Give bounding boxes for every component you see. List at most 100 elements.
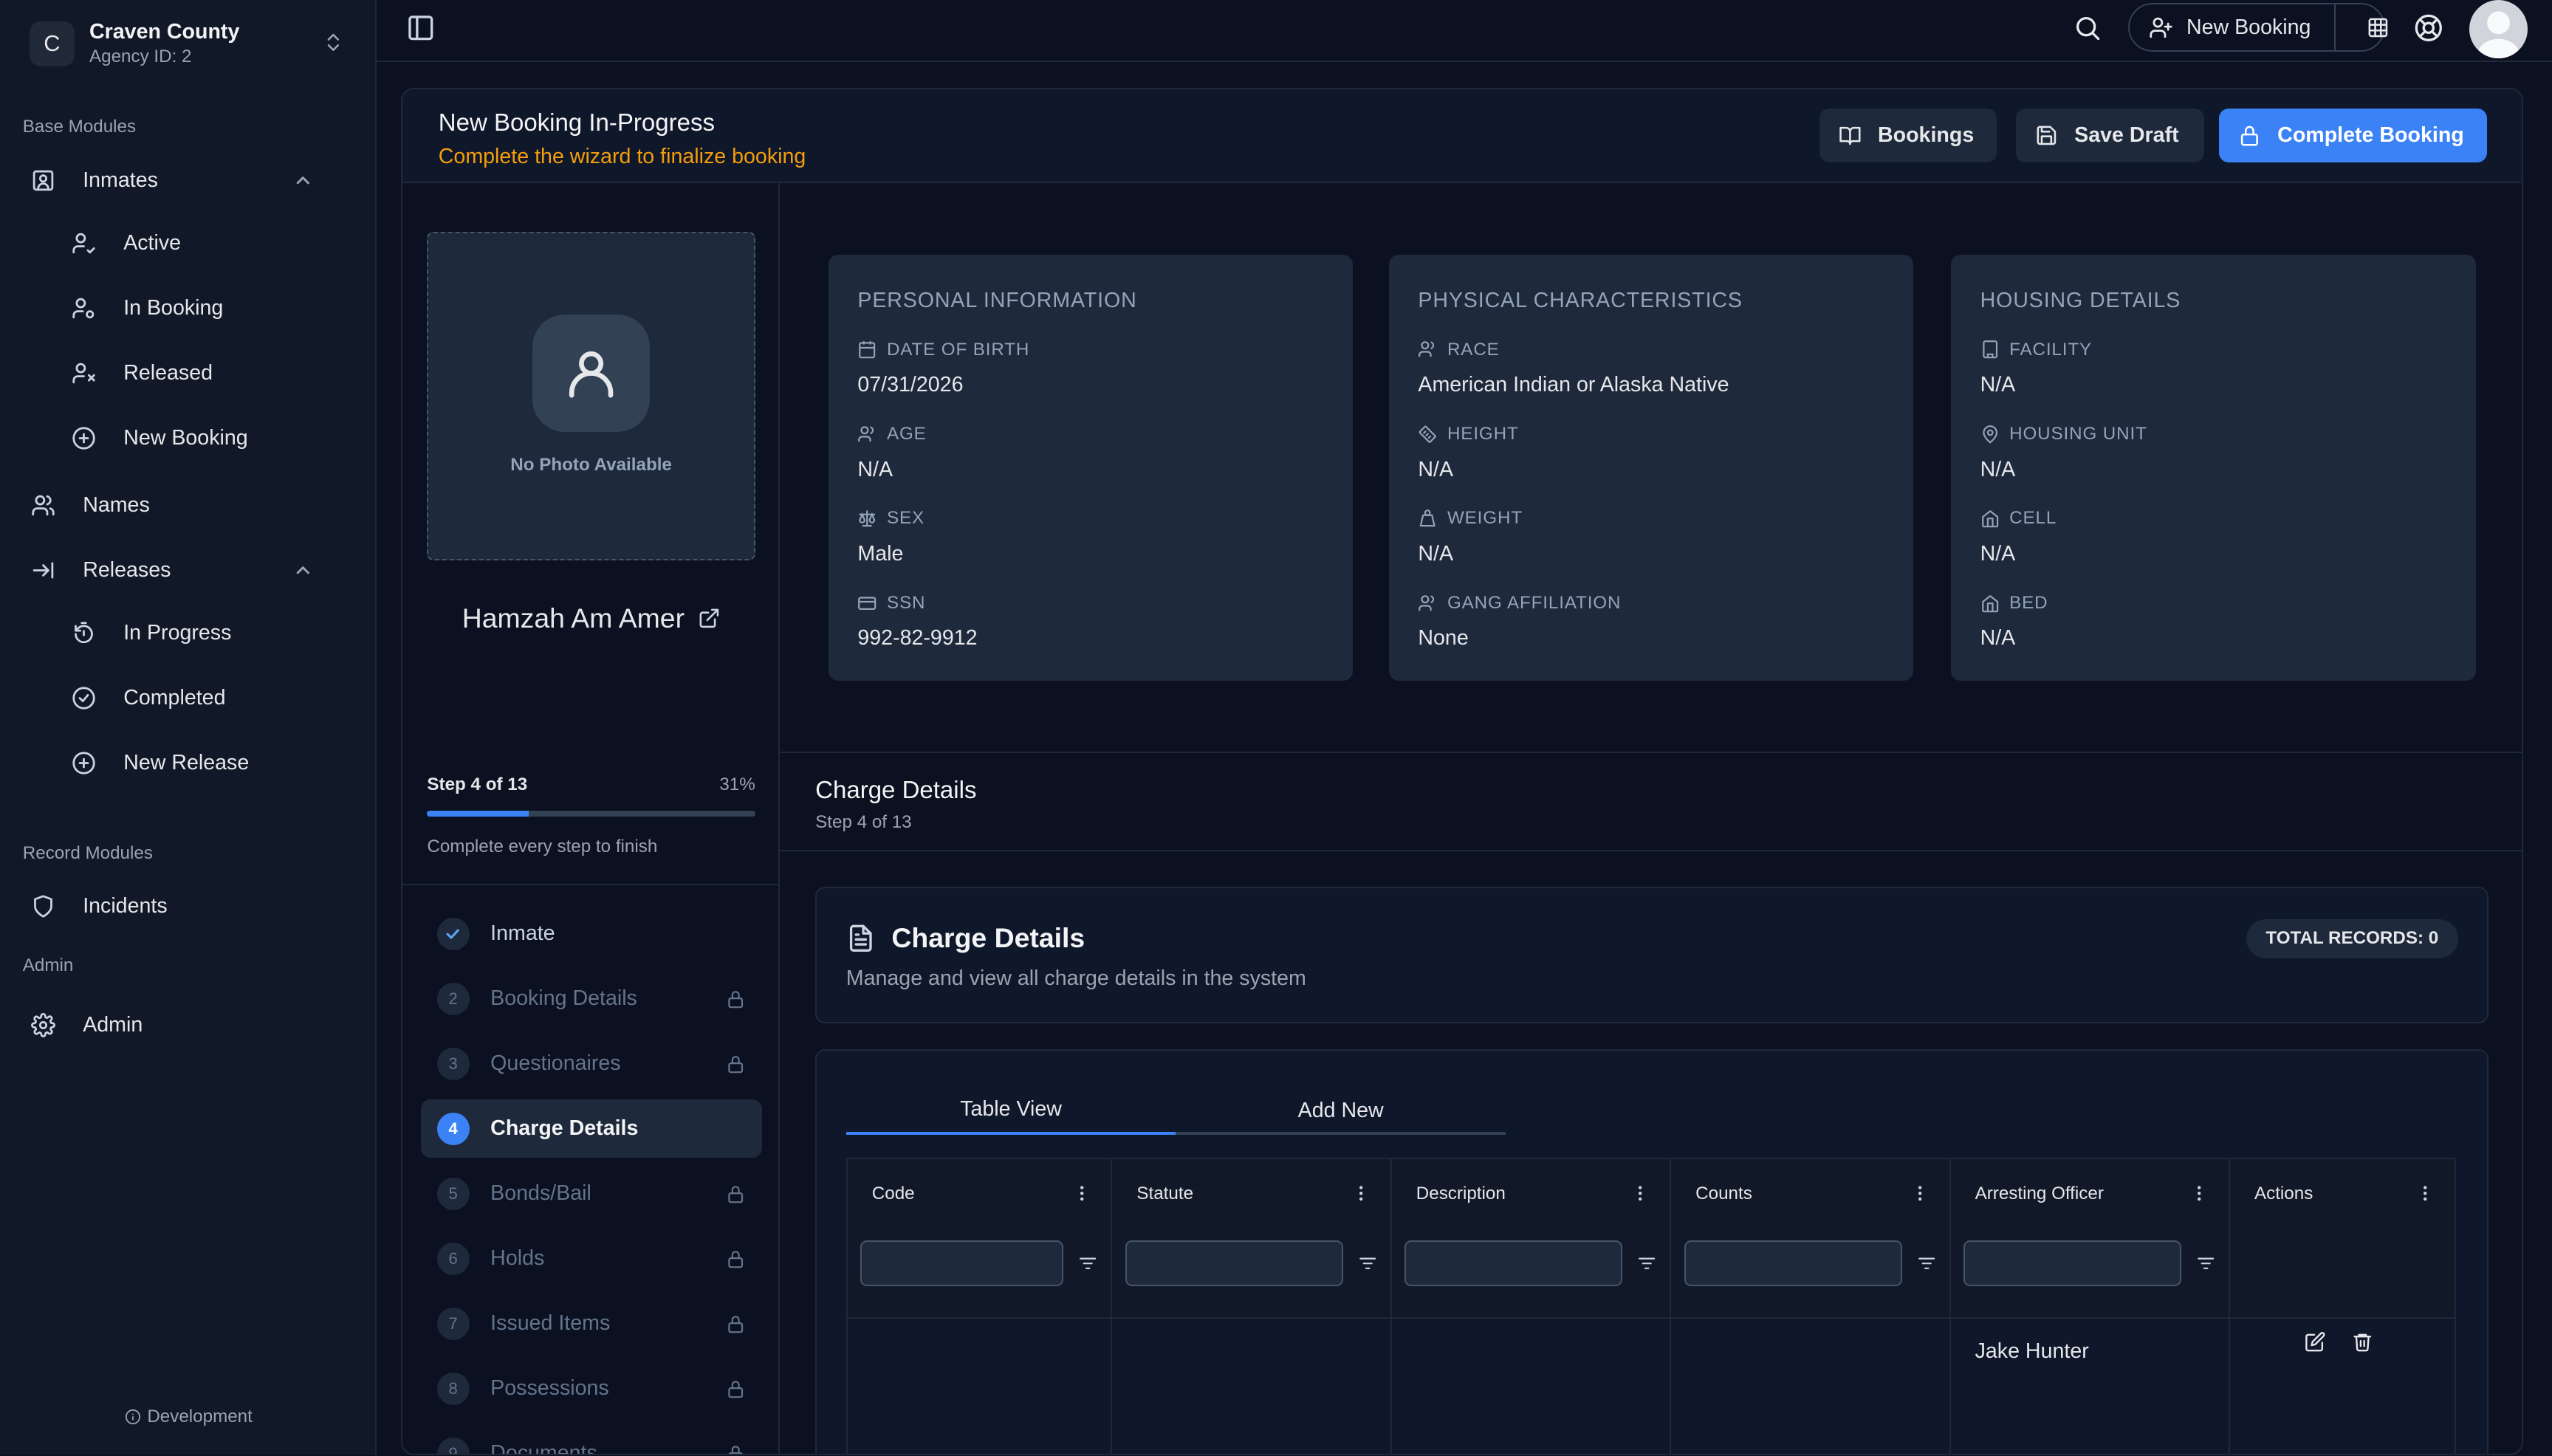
column-header[interactable]: Code bbox=[872, 1184, 915, 1204]
sidebar-item-incidents[interactable]: Incidents bbox=[16, 880, 357, 932]
complete-booking-button[interactable]: Complete Booking bbox=[2218, 109, 2487, 162]
sidebar-item-active[interactable]: Active bbox=[16, 218, 357, 269]
wizard-step-inmate[interactable]: Inmate bbox=[421, 904, 762, 963]
sidebar-item-label: New Release bbox=[123, 751, 250, 775]
field-label: DATE OF BIRTH bbox=[886, 339, 1030, 360]
sidebar-item-label: Names bbox=[83, 492, 150, 517]
column-description: Description bbox=[1392, 1159, 1672, 1455]
sidebar-item-label: Inmates bbox=[83, 168, 158, 192]
user-icon bbox=[562, 344, 620, 402]
field-ssn: SSN 992-82-9912 bbox=[857, 593, 977, 651]
sidebar-item-admin[interactable]: Admin bbox=[16, 999, 357, 1051]
inmate-name-link[interactable]: Hamzah Am Amer bbox=[402, 602, 779, 634]
life-buoy-icon[interactable] bbox=[2414, 13, 2443, 43]
more-vertical-icon[interactable] bbox=[1910, 1184, 1930, 1203]
column-header[interactable]: Actions bbox=[2254, 1184, 2313, 1204]
wizard-step-holds[interactable]: 6 Holds bbox=[421, 1229, 762, 1288]
plus-circle-icon bbox=[72, 426, 96, 450]
sidebar-item-in-progress[interactable]: In Progress bbox=[16, 608, 357, 659]
lock-icon bbox=[2238, 124, 2261, 147]
topbar: New Booking bbox=[377, 0, 2552, 62]
more-vertical-icon[interactable] bbox=[2189, 1184, 2209, 1203]
tab-table-view[interactable]: Table View bbox=[845, 1086, 1176, 1136]
tab-add-new[interactable]: Add New bbox=[1176, 1086, 1506, 1135]
field-dob: DATE OF BIRTH 07/31/2026 bbox=[857, 340, 1029, 398]
arrow-right-to-line-icon bbox=[31, 558, 55, 583]
filter-icon[interactable] bbox=[2196, 1254, 2215, 1273]
sidebar-item-completed[interactable]: Completed bbox=[16, 673, 357, 724]
filter-icon[interactable] bbox=[1917, 1254, 1936, 1273]
users-icon bbox=[1418, 340, 1437, 359]
section-subtitle: Step 4 of 13 bbox=[815, 811, 912, 832]
sidebar-item-new-release[interactable]: New Release bbox=[16, 738, 357, 789]
wizard-step-booking-details[interactable]: 2 Booking Details bbox=[421, 969, 762, 1028]
charge-grid: Code Statute Description Counts Arresting Of… bbox=[845, 1158, 2456, 1455]
sidebar-item-label: New Booking bbox=[123, 426, 248, 450]
users-icon bbox=[857, 425, 877, 444]
more-vertical-icon[interactable] bbox=[1630, 1184, 1650, 1203]
new-booking-button[interactable]: New Booking bbox=[2127, 3, 2388, 52]
column-filter-input[interactable] bbox=[1963, 1240, 2181, 1286]
check-circle-icon bbox=[72, 686, 96, 710]
lock-icon bbox=[726, 1054, 745, 1074]
sidebar-item-releases[interactable]: Releases bbox=[16, 544, 357, 596]
sidebar-item-in-booking[interactable]: In Booking bbox=[16, 283, 357, 334]
shield-icon bbox=[31, 894, 55, 918]
user-plus-icon bbox=[2149, 16, 2173, 40]
wizard-step-bonds-bail[interactable]: 5 Bonds/Bail bbox=[421, 1164, 762, 1223]
avatar[interactable] bbox=[2469, 0, 2528, 59]
column-filter-input[interactable] bbox=[1684, 1240, 1902, 1286]
step-progress: Step 4 of 13 31% Complete every step to … bbox=[402, 752, 780, 885]
field-label: SEX bbox=[886, 508, 925, 529]
wizard-step-charge-details[interactable]: 4 Charge Details bbox=[420, 1099, 762, 1158]
more-vertical-icon[interactable] bbox=[1351, 1184, 1371, 1203]
sidebar-item-new-booking[interactable]: New Booking bbox=[16, 413, 357, 464]
column-filter-input[interactable] bbox=[1404, 1240, 1623, 1286]
save-draft-button[interactable]: Save Draft bbox=[2015, 109, 2205, 162]
external-link-icon bbox=[698, 607, 721, 630]
column-header[interactable]: Counts bbox=[1695, 1184, 1752, 1204]
search-icon[interactable] bbox=[2073, 13, 2102, 43]
no-photo-text: No Photo Available bbox=[510, 454, 672, 475]
section-label-base: Base Modules bbox=[22, 117, 137, 137]
column-header[interactable]: Description bbox=[1416, 1184, 1506, 1204]
save-draft-label: Save Draft bbox=[2074, 123, 2179, 147]
filter-icon[interactable] bbox=[1078, 1254, 1097, 1273]
timer-reset-icon bbox=[72, 621, 96, 645]
org-switcher[interactable]: C Craven County Agency ID: 2 bbox=[29, 16, 354, 72]
filter-icon[interactable] bbox=[1637, 1254, 1656, 1273]
column-filter-input[interactable] bbox=[860, 1240, 1064, 1286]
trash-icon[interactable] bbox=[2352, 1331, 2373, 1353]
wizard-step-questionaires[interactable]: 3 Questionaires bbox=[421, 1034, 762, 1093]
sidebar-item-released[interactable]: Released bbox=[16, 348, 357, 399]
step-label: Charge Details bbox=[490, 1116, 639, 1141]
field-value: N/A bbox=[857, 457, 893, 481]
column-filter-input[interactable] bbox=[1125, 1240, 1343, 1286]
step-number: 5 bbox=[436, 1177, 470, 1210]
sidebar-toggle-icon[interactable] bbox=[406, 13, 436, 43]
chevrons-up-down-icon bbox=[322, 31, 345, 54]
field-label: CELL bbox=[2009, 508, 2057, 529]
edit-icon[interactable] bbox=[2305, 1331, 2326, 1353]
photo-placeholder[interactable]: No Photo Available bbox=[427, 232, 755, 560]
column-header[interactable]: Statute bbox=[1136, 1184, 1193, 1204]
more-vertical-icon[interactable] bbox=[2415, 1184, 2435, 1203]
complete-booking-label: Complete Booking bbox=[2277, 123, 2464, 147]
physical-card: PHYSICAL CHARACTERISTICS RACE American I… bbox=[1388, 255, 1914, 681]
sidebar-item-label: Incidents bbox=[83, 894, 168, 918]
grid-icon[interactable] bbox=[2367, 16, 2390, 39]
wizard-step-possessions[interactable]: 8 Possessions bbox=[421, 1359, 762, 1418]
wizard-step-issued-items[interactable]: 7 Issued Items bbox=[421, 1294, 762, 1353]
total-records-badge: TOTAL RECORDS: 0 bbox=[2246, 918, 2458, 958]
field-weight: WEIGHT N/A bbox=[1418, 508, 1523, 566]
wizard-step-documents[interactable]: 9 Documents bbox=[421, 1424, 762, 1455]
column-header[interactable]: Arresting Officer bbox=[1975, 1184, 2104, 1204]
filter-icon[interactable] bbox=[1358, 1254, 1377, 1273]
booking-panel: New Booking In-Progress Complete the wiz… bbox=[401, 87, 2523, 1456]
field-gang: GANG AFFILIATION None bbox=[1418, 593, 1621, 651]
environment-footer: Development bbox=[0, 1407, 377, 1427]
sidebar-item-inmates[interactable]: Inmates bbox=[16, 154, 357, 206]
more-vertical-icon[interactable] bbox=[1072, 1184, 1091, 1203]
bookings-button[interactable]: Bookings bbox=[1819, 109, 1997, 162]
sidebar-item-names[interactable]: Names bbox=[16, 479, 357, 531]
